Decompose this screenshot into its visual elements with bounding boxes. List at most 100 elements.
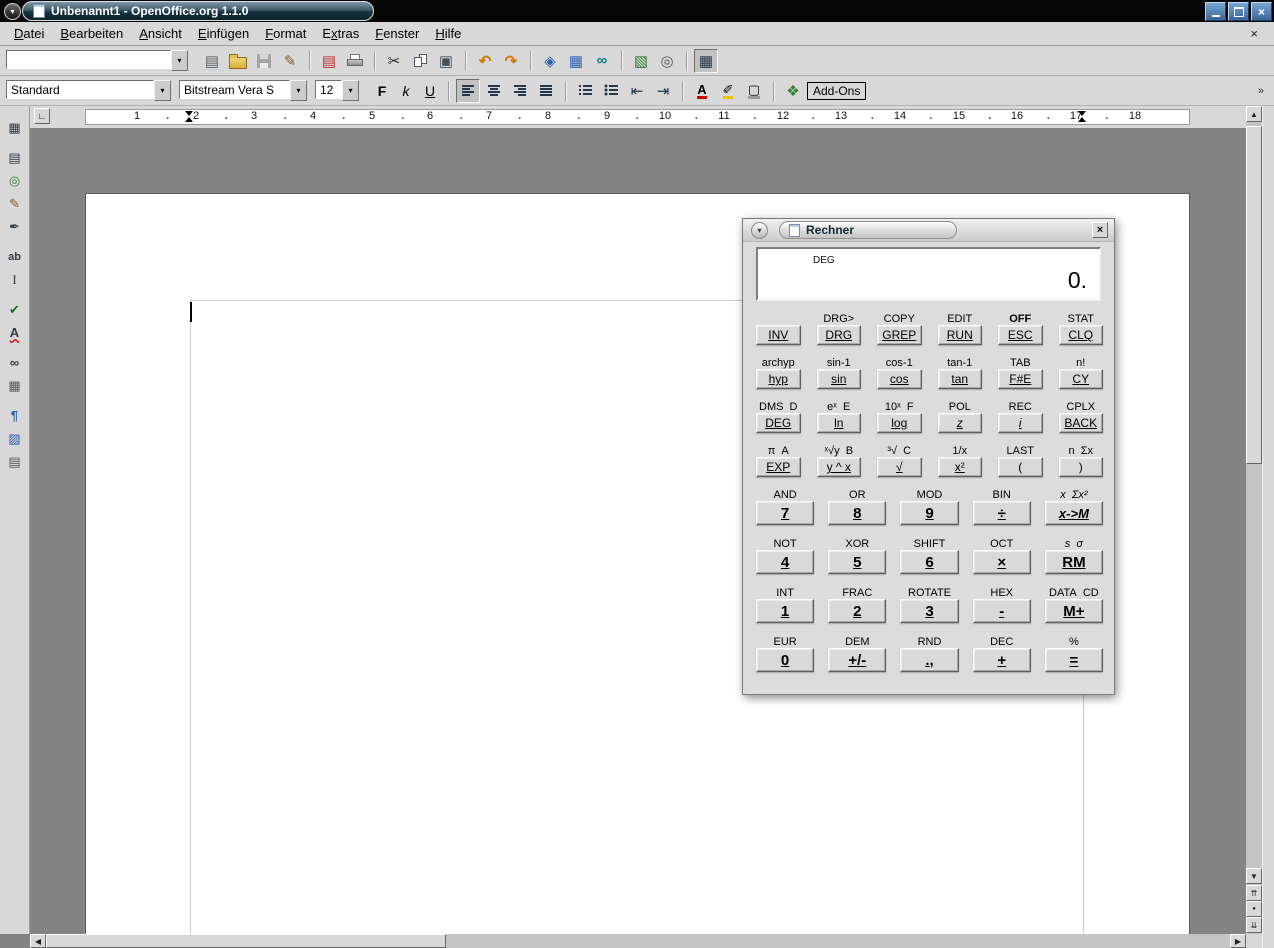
zoom-button[interactable]: ◎	[655, 49, 679, 73]
paragraph-style-input[interactable]	[6, 80, 154, 99]
stylist-button[interactable]: ▦	[564, 49, 588, 73]
print-button[interactable]	[343, 49, 367, 73]
draw-functions-button[interactable]: ✎	[3, 192, 27, 215]
key-5[interactable]: 5	[828, 550, 886, 574]
form-functions-button[interactable]: ✒	[3, 215, 27, 238]
scroll-right-button[interactable]: ▶	[1230, 934, 1246, 948]
url-dropdown-button[interactable]: ▾	[171, 50, 188, 71]
key-fe[interactable]: F#E	[998, 369, 1043, 389]
edit-file-button[interactable]: ✎	[278, 49, 302, 73]
key-subtract[interactable]: -	[973, 599, 1031, 623]
calculator-close-button[interactable]: ×	[1092, 222, 1108, 238]
key-back[interactable]: BACK	[1059, 413, 1104, 433]
key-grep[interactable]: GREP	[877, 325, 922, 345]
key-add[interactable]: +	[973, 648, 1031, 672]
paragraph-background-button[interactable]: ▢	[742, 79, 766, 103]
cut-button[interactable]: ✂	[382, 49, 406, 73]
key-ln[interactable]: ln	[817, 413, 862, 433]
align-justify-button[interactable]	[534, 79, 558, 103]
spellcheck-button[interactable]: ✔	[3, 298, 27, 321]
key-6[interactable]: 6	[900, 550, 958, 574]
key-cos[interactable]: cos	[877, 369, 922, 389]
menu-extras[interactable]: Extras	[314, 24, 367, 43]
key-close-paren[interactable]: )	[1059, 457, 1104, 477]
bullet-list-button[interactable]	[599, 79, 623, 103]
size-dropdown-button[interactable]: ▾	[342, 80, 359, 101]
font-name-input[interactable]	[179, 80, 290, 99]
key-divide[interactable]: ÷	[973, 501, 1031, 525]
increase-indent-button[interactable]: ⇥	[651, 79, 675, 103]
calculator-menu-button[interactable]: ▾	[751, 222, 768, 239]
align-right-button[interactable]	[508, 79, 532, 103]
next-page-button[interactable]: ⇊	[1246, 917, 1262, 933]
menu-fenster[interactable]: Fenster	[367, 24, 427, 43]
scroll-down-button[interactable]: ▼	[1246, 868, 1262, 884]
data-sources-button[interactable]: ▦	[3, 374, 27, 397]
autotext-button[interactable]: ab	[3, 245, 27, 268]
key-pow[interactable]: y ^ x	[817, 457, 862, 477]
key-i[interactable]: i	[998, 413, 1043, 433]
key-sign[interactable]: +/-	[828, 648, 886, 672]
key-run[interactable]: RUN	[938, 325, 983, 345]
close-document-button[interactable]: ×	[1240, 26, 1268, 41]
undo-button[interactable]: ↶	[473, 49, 497, 73]
numbered-list-button[interactable]	[573, 79, 597, 103]
key-equals[interactable]: =	[1045, 648, 1103, 672]
bold-button[interactable]: F	[371, 80, 393, 102]
key-open-paren[interactable]: (	[998, 457, 1043, 477]
key-cy[interactable]: CY	[1059, 369, 1104, 389]
auto-spellcheck-button[interactable]: A	[3, 321, 27, 344]
scroll-up-button[interactable]: ▲	[1246, 106, 1262, 122]
key-memory-add[interactable]: M+	[1045, 599, 1103, 623]
nonprinting-characters-button[interactable]: ¶	[3, 404, 27, 427]
menu-hilfe[interactable]: Hilfe	[427, 24, 469, 43]
font-color-button[interactable]: A	[690, 79, 714, 103]
key-log[interactable]: log	[877, 413, 922, 433]
highlighting-button[interactable]: ✐	[716, 79, 740, 103]
key-7[interactable]: 7	[756, 501, 814, 525]
horizontal-scroll-thumb[interactable]	[46, 934, 446, 948]
export-pdf-button[interactable]: ▤	[317, 49, 341, 73]
key-sqrt[interactable]: √	[877, 457, 922, 477]
key-esc[interactable]: ESC	[998, 325, 1043, 345]
key-inv[interactable]: INV	[756, 325, 801, 345]
menu-bearbeiten[interactable]: Bearbeiten	[52, 24, 131, 43]
menu-datei[interactable]: Datei	[6, 24, 52, 43]
window-menu-button[interactable]: ▾	[4, 3, 21, 20]
find-replace-button[interactable]: ∞	[3, 351, 27, 374]
redo-button[interactable]: ↷	[499, 49, 523, 73]
navigator-button[interactable]: ◈	[538, 49, 562, 73]
insert-object-button[interactable]: ◎	[3, 169, 27, 192]
previous-page-button[interactable]: ⇈	[1246, 885, 1262, 901]
key-1[interactable]: 1	[756, 599, 814, 623]
scroll-left-button[interactable]: ◀	[30, 934, 46, 948]
graphics-onoff-button[interactable]: ▨	[3, 427, 27, 450]
key-drg[interactable]: DRG	[817, 325, 862, 345]
left-indent-marker[interactable]	[185, 111, 194, 122]
key-3[interactable]: 3	[900, 599, 958, 623]
underline-button[interactable]: U	[419, 80, 441, 102]
open-button[interactable]	[226, 49, 250, 73]
url-input[interactable]	[6, 50, 171, 69]
key-9[interactable]: 9	[900, 501, 958, 525]
insert-fields-button[interactable]: ▤	[3, 146, 27, 169]
direct-cursor-button[interactable]: I	[3, 268, 27, 291]
window-titlebar[interactable]: ▾ Unbenannt1 - OpenOffice.org 1.1.0 ×	[0, 0, 1274, 22]
maximize-button[interactable]	[1228, 2, 1249, 21]
italic-button[interactable]: k	[395, 80, 417, 102]
align-center-button[interactable]	[482, 79, 506, 103]
calculator-addon-button[interactable]: ▦	[694, 49, 718, 73]
addons-icon-button[interactable]: ❖	[781, 79, 805, 103]
font-dropdown-button[interactable]: ▾	[290, 80, 307, 101]
calculator-title-pill[interactable]: Rechner	[779, 221, 957, 239]
online-layout-button[interactable]: ▤	[3, 450, 27, 473]
key-decimal[interactable]: .,	[900, 648, 958, 672]
font-size-input[interactable]	[315, 80, 342, 99]
navigation-button[interactable]: ●	[1246, 901, 1262, 917]
vertical-scroll-thumb[interactable]	[1246, 126, 1262, 464]
style-dropdown-button[interactable]: ▾	[154, 80, 171, 101]
menu-format[interactable]: Format	[257, 24, 314, 43]
paste-button[interactable]: ▣	[434, 49, 458, 73]
key-exp[interactable]: EXP	[756, 457, 801, 477]
new-document-button[interactable]: ▤	[200, 49, 224, 73]
